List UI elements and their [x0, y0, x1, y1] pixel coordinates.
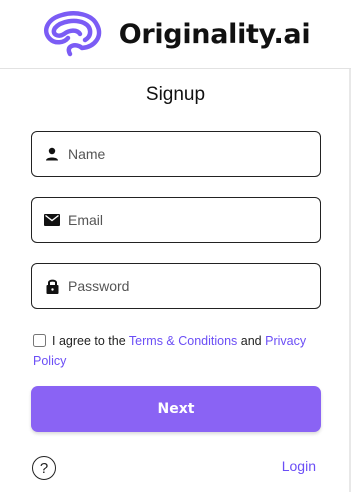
- login-link[interactable]: Login: [282, 458, 316, 474]
- help-icon[interactable]: ?: [32, 456, 56, 480]
- name-input[interactable]: [68, 146, 298, 162]
- envelope-icon: [44, 212, 60, 228]
- lock-icon: [44, 278, 60, 294]
- brain-logo-icon: [37, 9, 107, 59]
- brand-name: Originality.ai: [118, 18, 311, 50]
- agree-checkbox[interactable]: [33, 334, 46, 347]
- brand[interactable]: Originality.ai: [37, 9, 311, 59]
- agree-and: and: [237, 334, 266, 348]
- password-field[interactable]: [31, 263, 321, 309]
- agree-prefix: I agree to the: [52, 334, 129, 348]
- terms-link[interactable]: Terms & Conditions: [129, 334, 237, 348]
- app-header: Originality.ai: [0, 0, 351, 69]
- page-title: Signup: [145, 84, 206, 105]
- terms-agreement: I agree to the Terms & Conditions and Pr…: [33, 331, 323, 371]
- email-input[interactable]: [68, 212, 298, 228]
- email-field[interactable]: [31, 197, 321, 243]
- password-input[interactable]: [68, 278, 298, 294]
- person-icon: [44, 146, 60, 162]
- name-field[interactable]: [31, 131, 321, 177]
- next-button[interactable]: Next: [31, 386, 321, 432]
